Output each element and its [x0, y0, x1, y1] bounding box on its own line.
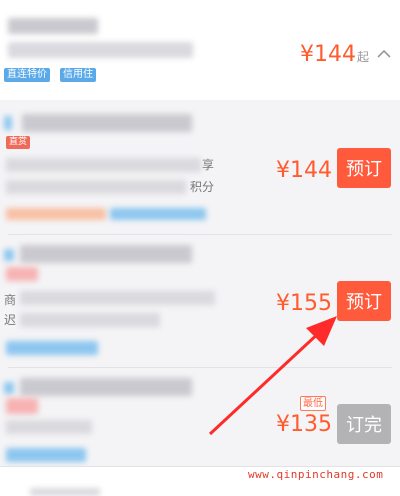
annotation-arrow: [208, 316, 337, 436]
watermark-text: www.qinpinchang.com: [248, 468, 384, 481]
